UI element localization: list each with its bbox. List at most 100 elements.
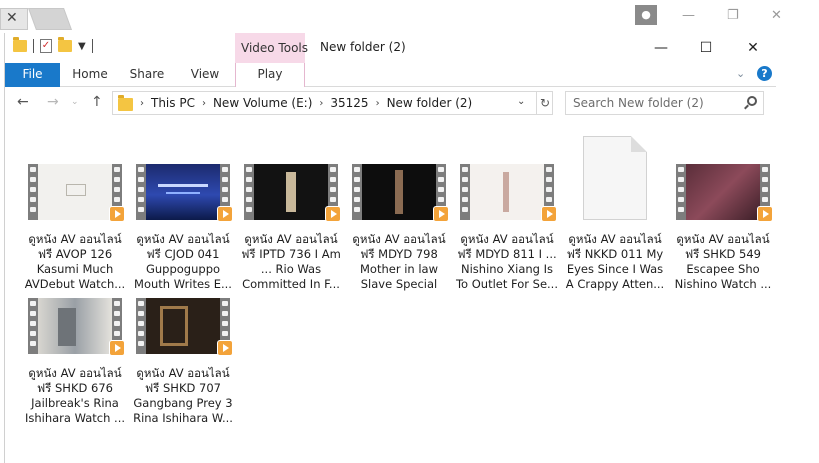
outer-tab-new[interactable] [27,8,73,30]
folder-icon [13,37,27,52]
video-frame [38,164,112,220]
expand-ribbon-icon[interactable]: ⌄ [736,67,745,80]
chevron-right-icon[interactable]: › [140,98,144,109]
quick-access-toolbar: ✓ ▼ [13,37,93,53]
file-item[interactable]: ดูหนัง AV ออนไลน์ ฟรี AVOP 126 Kasumi Mu… [21,164,129,292]
window-title: New folder (2) [320,40,406,54]
file-name: ดูหนัง AV ออนไลน์ ฟรี SHKD 676 Jailbreak… [24,366,126,425]
file-name: ดูหนัง AV ออนไลน์ ฟรี NKKD 011 My Eyes S… [565,232,665,291]
film-strip [136,164,146,220]
video-thumbnail [352,164,449,222]
address-bar[interactable]: › This PC › New Volume (E:) › 35125 › Ne… [112,91,553,115]
separator [33,39,34,53]
video-frame [362,164,436,220]
video-frame [146,164,220,220]
media-player-icon [217,206,233,222]
media-player-icon [217,340,233,356]
document-icon [583,136,647,220]
breadcrumb-35125[interactable]: 35125 [330,96,368,110]
tab-play[interactable]: Play [235,63,305,87]
film-strip [136,298,146,354]
video-thumbnail [28,298,125,356]
film-strip [676,164,686,220]
outer-close-icon[interactable]: ✕ [771,8,782,23]
video-thumbnail [460,164,557,222]
context-tab-group-label: Video Tools [241,41,308,55]
properties-icon[interactable]: ✓ [40,39,52,53]
media-player-icon [109,206,125,222]
maximize-button[interactable]: ☐ [691,37,721,59]
file-name: ดูหนัง AV ออนไลน์ ฟรี MDYD 798 Mother in… [352,232,446,291]
minimize-button[interactable]: — [646,37,676,59]
video-thumbnail [136,164,233,222]
chevron-right-icon[interactable]: › [202,98,206,109]
file-name: ดูหนัง AV ออนไลน์ ฟรี SHKD 707 Gangbang … [133,366,233,425]
file-item[interactable]: ดูหนัง AV ออนไลน์ ฟรี MDYD 798 Mother in… [345,164,453,292]
tab-file[interactable]: File [5,63,60,87]
media-player-icon [325,206,341,222]
film-strip [460,164,470,220]
new-folder-icon[interactable] [58,37,72,52]
file-name: ดูหนัง AV ออนไลน์ ฟรี MDYD 811 I ... Nis… [455,232,558,291]
ribbon-tabs: File Home Share View Play ⌄ ? [5,63,776,87]
outer-browser-bar: ✕ ● — ❐ ✕ [0,0,819,33]
person-icon[interactable]: ● [635,5,657,25]
breadcrumb-this-pc[interactable]: This PC [151,96,195,110]
film-strip [352,164,362,220]
breadcrumb-volume[interactable]: New Volume (E:) [213,96,312,110]
search-input[interactable] [566,92,736,114]
separator [91,39,93,53]
tab-home[interactable]: Home [65,63,115,87]
refresh-icon[interactable]: ↻ [536,92,553,114]
file-item[interactable]: ดูหนัง AV ออนไลน์ ฟรี NKKD 011 My Eyes S… [561,136,669,292]
outer-minimize-icon[interactable]: — [682,8,695,23]
tab-view[interactable]: View [185,63,225,87]
video-frame [254,164,328,220]
explorer-window: ✓ ▼ Video Tools New folder (2) — ☐ ✕ Fil… [4,33,776,463]
tab-share[interactable]: Share [127,63,167,87]
film-strip [28,298,38,354]
chevron-right-icon[interactable]: › [376,98,380,109]
title-bar: ✓ ▼ Video Tools New folder (2) — ☐ ✕ [5,33,776,63]
video-frame [146,298,220,354]
help-icon[interactable]: ? [757,66,772,81]
file-list: ดูหนัง AV ออนไลน์ ฟรี AVOP 126 Kasumi Mu… [5,119,776,463]
video-thumbnail [244,164,341,222]
video-thumbnail [28,164,125,222]
chevron-down-icon[interactable]: ⌄ [517,96,525,107]
outer-restore-icon[interactable]: ❐ [727,8,739,23]
close-button[interactable]: ✕ [738,37,768,59]
up-button[interactable]: ↑ [91,94,103,110]
breadcrumb-current[interactable]: New folder (2) [387,96,473,110]
video-frame [38,298,112,354]
folder-icon [118,94,133,111]
file-grid: ดูหนัง AV ออนไลน์ ฟรี AVOP 126 Kasumi Mu… [21,136,781,426]
search-icon[interactable] [747,96,757,106]
media-player-icon [433,206,449,222]
back-button[interactable]: ← [17,94,29,110]
recent-locations-icon[interactable]: ⌄ [71,97,79,107]
navigation-bar: ← → ⌄ ↑ › This PC › New Volume (E:) › 35… [5,87,776,119]
outer-close-icon[interactable]: ✕ [6,10,18,26]
file-item[interactable]: ดูหนัง AV ออนไลน์ ฟรี SHKD 707 Gangbang … [129,298,237,426]
file-item[interactable]: ดูหนัง AV ออนไลน์ ฟรี MDYD 811 I ... Nis… [453,164,561,292]
file-name: ดูหนัง AV ออนไลน์ ฟรี SHKD 549 Escapee S… [674,232,772,291]
chevron-right-icon[interactable]: › [319,98,323,109]
file-item[interactable]: ดูหนัง AV ออนไลน์ ฟรี SHKD 676 Jailbreak… [21,298,129,426]
film-strip [28,164,38,220]
video-frame [470,164,544,220]
video-thumbnail [136,298,233,356]
video-frame [686,164,760,220]
customize-toolbar-icon[interactable]: ▼ [78,41,86,52]
search-box[interactable] [565,91,764,115]
file-name: ดูหนัง AV ออนไลน์ ฟรี CJOD 041 Guppogupp… [134,232,232,291]
film-strip [244,164,254,220]
forward-button[interactable]: → [47,94,59,110]
file-name: ดูหนัง AV ออนไลน์ ฟรี IPTD 736 I Am ... … [241,232,341,291]
file-item[interactable]: ดูหนัง AV ออนไลน์ ฟรี SHKD 549 Escapee S… [669,164,777,292]
file-item[interactable]: ดูหนัง AV ออนไลน์ ฟรี CJOD 041 Guppogupp… [129,164,237,292]
media-player-icon [109,340,125,356]
video-thumbnail [676,164,773,222]
file-item[interactable]: ดูหนัง AV ออนไลน์ ฟรี IPTD 736 I Am ... … [237,164,345,292]
media-player-icon [757,206,773,222]
